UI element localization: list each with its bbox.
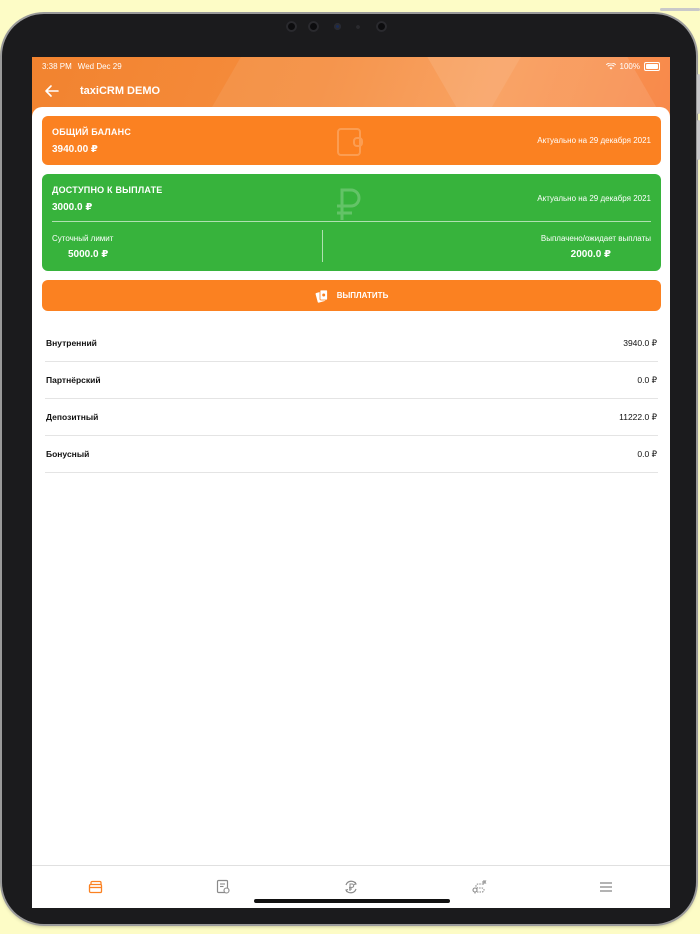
ruble-cycle-icon [345,880,357,894]
tablet-frame: 3:38 PM Wed Dec 29 100% taxiCRM DEMO ОБЩ… [2,8,700,924]
ruble-icon [337,188,361,220]
tab-bar [32,865,670,908]
account-name: Партнёрский [46,375,101,385]
available-payout-card: ДОСТУПНО К ВЫПЛАТЕ 3000.0 ₽ Актуально на… [42,174,661,271]
card-divider [52,221,651,222]
paid-label: Выплачено/ожидает выплаты [540,234,651,243]
available-amount: 3000.0 ₽ [52,202,93,213]
wallet-cards-icon [88,880,102,894]
account-value: 0.0 ₽ [637,448,657,459]
card-vertical-divider [322,230,323,262]
accounts-list: Внутренний 3940.0 ₽ Партнёрский 0.0 ₽ Де… [45,325,658,473]
main-content: ОБЩИЙ БАЛАНС 3940.00 ₽ Актуально на 29 д… [32,107,670,866]
total-balance-amount: 3940.00 ₽ [52,144,98,155]
status-date: Wed Dec 29 [77,61,122,71]
cash-card-icon [315,289,328,303]
app-screen: 3:38 PM Wed Dec 29 100% taxiCRM DEMO ОБЩ… [32,57,670,908]
payout-button-label: ВЫПЛАТИТЬ [336,291,389,300]
battery-icon [644,61,660,71]
paid-value: 2000.0 ₽ [570,249,611,260]
account-row-partner[interactable]: Партнёрский 0.0 ₽ [45,362,658,399]
daily-limit-value: 5000.0 ₽ [68,249,109,260]
tab-menu[interactable] [542,866,670,908]
account-value: 0.0 ₽ [637,374,657,385]
back-arrow-icon[interactable] [44,83,60,99]
account-name: Бонусный [46,449,90,459]
menu-icon [600,882,613,892]
status-time: 3:38 PM [42,61,72,71]
document-settings-icon [217,879,230,894]
power-button [660,8,700,11]
total-balance-card: ОБЩИЙ БАЛАНС 3940.00 ₽ Актуально на 29 д… [42,116,661,165]
tab-balance[interactable] [32,866,160,908]
home-indicator[interactable] [254,899,450,903]
available-label: ДОСТУПНО К ВЫПЛАТЕ [52,185,163,195]
account-row-deposit[interactable]: Депозитный 11222.0 ₽ [45,399,658,436]
page-title: taxiCRM DEMO [80,85,161,97]
total-balance-label: ОБЩИЙ БАЛАНС [52,127,132,137]
daily-limit-label: Суточный лимит [52,234,114,243]
camera-bar [284,19,414,33]
total-balance-date: Актуально на 29 декабря 2021 [537,136,651,145]
account-row-bonus[interactable]: Бонусный 0.0 ₽ [45,436,658,473]
account-name: Депозитный [46,412,99,422]
route-icon [472,880,487,894]
wallet-icon [337,128,363,156]
account-value: 11222.0 ₽ [619,411,657,422]
account-value: 3940.0 ₽ [623,337,657,348]
payout-button[interactable]: ВЫПЛАТИТЬ [42,280,661,311]
wifi-icon [605,62,616,69]
battery-percent: 100% [619,61,640,71]
account-row-internal[interactable]: Внутренний 3940.0 ₽ [45,325,658,362]
available-date: Актуально на 29 декабря 2021 [537,194,651,203]
account-name: Внутренний [46,338,97,348]
status-bar: 3:38 PM Wed Dec 29 100% [42,59,660,73]
